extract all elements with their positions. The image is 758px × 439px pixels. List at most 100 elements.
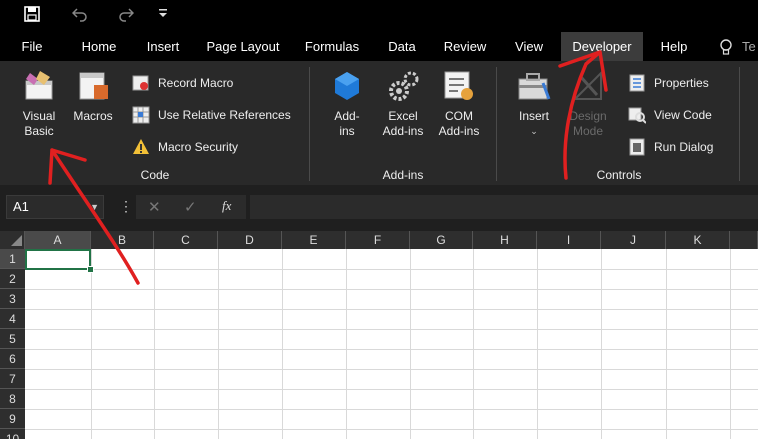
com-add-ins-label-1: COM — [445, 109, 473, 123]
excel-add-ins-label-1: Excel — [388, 109, 418, 123]
tab-developer[interactable]: Developer — [561, 32, 643, 61]
row-header-2[interactable]: 2 — [0, 269, 25, 289]
com-add-ins-button[interactable]: COM Add-ins — [434, 69, 484, 139]
gridline — [25, 309, 758, 310]
row-header-1[interactable]: 1 — [0, 249, 25, 269]
row-header-8[interactable]: 8 — [0, 389, 25, 409]
design-mode-icon — [571, 69, 605, 103]
group-separator — [739, 67, 740, 181]
insert-controls-label: Insert — [518, 109, 549, 123]
macro-security-label: Macro Security — [158, 140, 239, 154]
column-header-a[interactable]: A — [25, 231, 91, 249]
excel-add-ins-button[interactable]: Excel Add-ins — [378, 69, 428, 139]
formula-buttons: ✕ ✓ fx — [136, 195, 246, 219]
use-relative-references-label: Use Relative References — [158, 108, 291, 122]
gridline — [537, 249, 538, 439]
save-icon[interactable] — [24, 6, 40, 24]
tell-me-search[interactable]: Te — [742, 32, 758, 61]
more-options-icon[interactable]: ⋮ — [119, 198, 133, 214]
macros-label: Macros — [73, 109, 113, 123]
column-header-h[interactable]: H — [473, 231, 537, 249]
gridline — [154, 249, 155, 439]
column-header-l[interactable] — [730, 231, 758, 249]
column-header-d[interactable]: D — [218, 231, 282, 249]
tab-page-layout[interactable]: Page Layout — [202, 32, 284, 61]
macros-icon — [76, 69, 110, 103]
gridline — [25, 349, 758, 350]
row-header-4[interactable]: 4 — [0, 309, 25, 329]
insert-function-icon[interactable]: fx — [222, 198, 231, 214]
visual-basic-button[interactable]: Visual Basic — [12, 69, 66, 139]
add-ins-group-label: Add-ins — [382, 168, 424, 182]
insert-controls-button[interactable]: Insert ⌄ — [508, 69, 560, 139]
properties-icon — [628, 74, 646, 92]
relative-references-icon — [132, 106, 150, 124]
gridline — [282, 249, 283, 439]
design-mode-button[interactable]: Design Mode — [562, 69, 614, 139]
group-separator — [309, 67, 310, 181]
gridline — [666, 249, 667, 439]
fill-handle[interactable] — [87, 266, 94, 273]
group-separator — [496, 67, 497, 181]
gridline — [25, 389, 758, 390]
customize-qat-icon[interactable] — [158, 6, 168, 24]
gridline — [91, 249, 92, 439]
redo-icon[interactable] — [118, 6, 135, 24]
record-macro-icon — [132, 74, 150, 92]
row-header-3[interactable]: 3 — [0, 289, 25, 309]
select-all-corner[interactable] — [0, 231, 25, 249]
gridline — [218, 249, 219, 439]
gridline — [25, 369, 758, 370]
tab-view[interactable]: View — [508, 32, 550, 61]
name-box-value: A1 — [13, 199, 29, 214]
warning-icon — [132, 138, 150, 156]
add-ins-button[interactable]: Add- ins — [324, 69, 370, 139]
tab-home[interactable]: Home — [74, 32, 124, 61]
tab-data[interactable]: Data — [382, 32, 422, 61]
tab-help[interactable]: Help — [654, 32, 694, 61]
view-code-icon — [628, 106, 647, 124]
column-header-g[interactable]: G — [410, 231, 473, 249]
gridline — [730, 249, 731, 439]
add-ins-label-2: ins — [339, 124, 355, 138]
tab-review[interactable]: Review — [438, 32, 492, 61]
column-header-j[interactable]: J — [601, 231, 666, 249]
visual-basic-label-1: Visual — [22, 109, 56, 123]
column-header-c[interactable]: C — [154, 231, 218, 249]
column-header-e[interactable]: E — [282, 231, 346, 249]
tab-formulas[interactable]: Formulas — [300, 32, 364, 61]
gridline — [25, 289, 758, 290]
developer-ribbon: Visual Basic Macros Record Macro Use Rel… — [0, 61, 758, 185]
macros-button[interactable]: Macros — [70, 69, 116, 124]
lightbulb-icon[interactable] — [718, 38, 734, 61]
chevron-down-icon[interactable]: ▼ — [90, 196, 99, 218]
gridline — [25, 329, 758, 330]
row-header-6[interactable]: 6 — [0, 349, 25, 369]
toolbox-icon — [517, 69, 551, 103]
active-cell-a1[interactable] — [25, 249, 91, 270]
column-header-b[interactable]: B — [91, 231, 154, 249]
undo-icon[interactable] — [71, 6, 88, 24]
excel-add-ins-label-2: Add-ins — [382, 124, 424, 138]
name-box[interactable]: A1 ▼ — [6, 195, 104, 219]
com-add-ins-label-2: Add-ins — [438, 124, 480, 138]
cancel-icon[interactable]: ✕ — [148, 198, 161, 216]
add-ins-icon — [330, 69, 364, 103]
gears-icon — [386, 69, 420, 103]
formula-bar: A1 ▼ ⋮ ✕ ✓ fx — [0, 185, 758, 231]
design-mode-label-2: Mode — [572, 124, 604, 138]
column-header-f[interactable]: F — [346, 231, 410, 249]
row-header-9[interactable]: 9 — [0, 409, 25, 429]
quick-access-toolbar — [0, 0, 758, 32]
tab-insert[interactable]: Insert — [138, 32, 188, 61]
row-header-10[interactable]: 10 — [0, 429, 25, 439]
column-header-k[interactable]: K — [666, 231, 730, 249]
enter-check-icon[interactable]: ✓ — [184, 198, 197, 216]
column-header-i[interactable]: I — [537, 231, 601, 249]
row-header-5[interactable]: 5 — [0, 329, 25, 349]
gridline — [410, 249, 411, 439]
tab-file[interactable]: File — [14, 32, 50, 61]
ribbon-tabs: File Home Insert Page Layout Formulas Da… — [0, 32, 758, 61]
formula-input[interactable] — [250, 195, 758, 219]
row-header-7[interactable]: 7 — [0, 369, 25, 389]
